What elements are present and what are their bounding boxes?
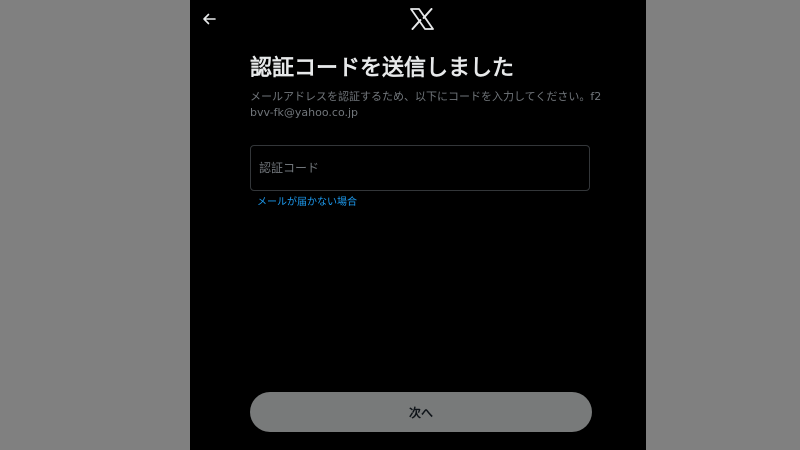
back-button[interactable]: [198, 8, 220, 30]
verification-code-field[interactable]: [250, 145, 590, 191]
next-button[interactable]: 次へ: [250, 392, 592, 432]
verification-code-input[interactable]: [251, 146, 589, 190]
arrow-left-icon: [203, 13, 216, 25]
verification-dialog: 認証コードを送信しました メールアドレスを認証するため、以下にコードを入力してく…: [190, 0, 646, 450]
page-title: 認証コードを送信しました: [250, 56, 515, 81]
email-not-received-link[interactable]: メールが届かない場合: [257, 196, 357, 210]
instruction-text: メールアドレスを認証するため、以下にコードを入力してください。f2bvv-fk@…: [250, 90, 602, 119]
x-logo-icon: [410, 8, 434, 30]
